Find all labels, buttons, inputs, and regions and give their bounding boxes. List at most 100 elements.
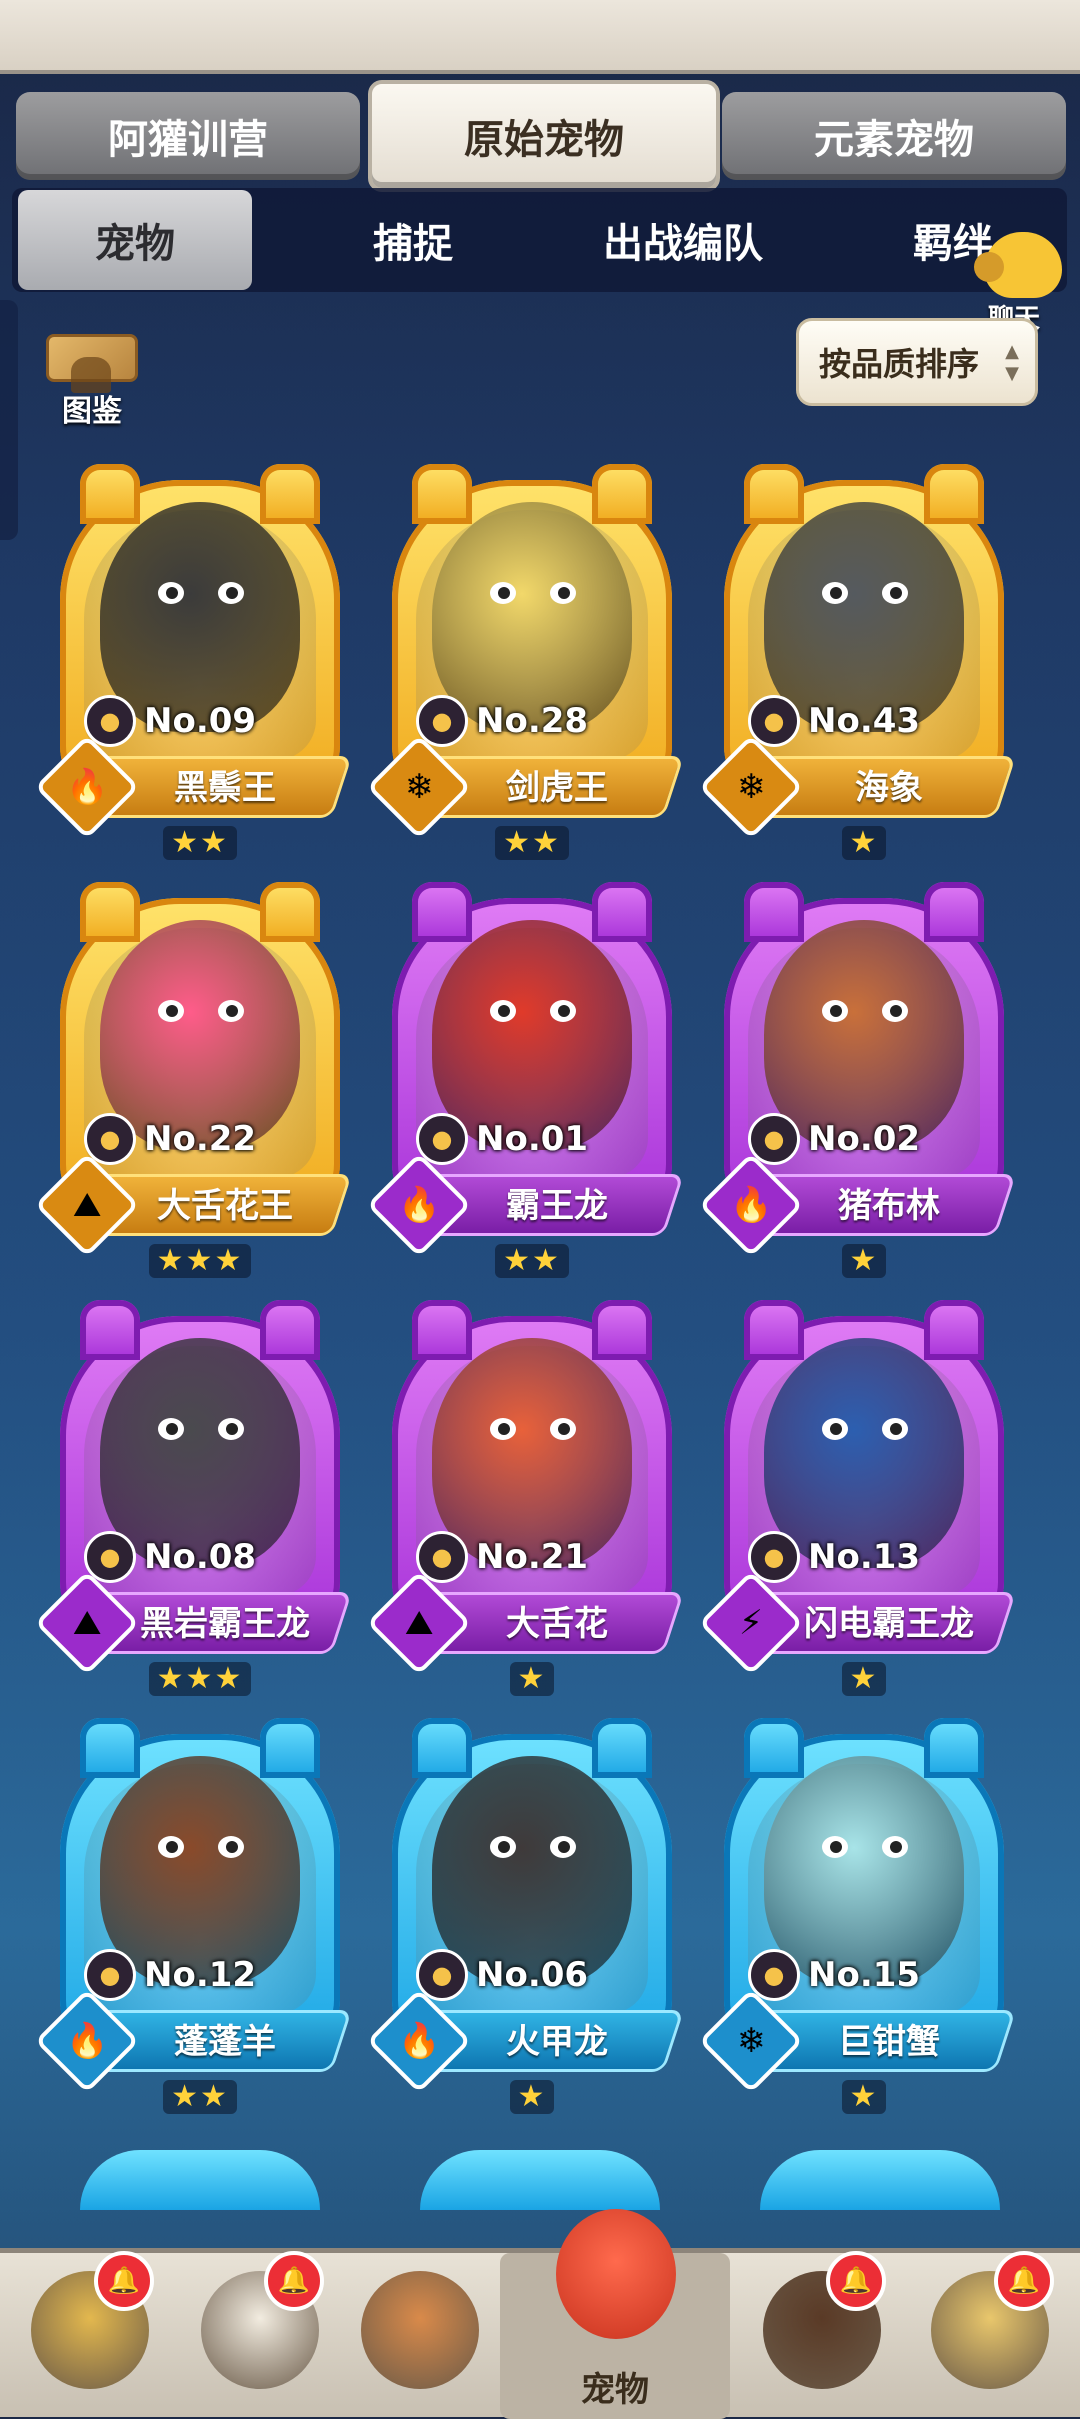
pet-name-bar: ❄ 海象 <box>698 734 1017 840</box>
pet-number-row: ● No.01 <box>416 1113 589 1165</box>
sort-by-quality-button[interactable]: 按品质排序 ▲ ▼ <box>796 318 1038 406</box>
pet-stars: ★★★ <box>50 1662 350 1698</box>
pet-number: No.28 <box>476 701 589 741</box>
star-rating: ★ <box>841 1244 887 1278</box>
pet-card[interactable]: ● No.12 🔥 蓬蓬羊 ★★ <box>34 1718 353 2124</box>
pet-card[interactable]: ● No.08 ⛰ 黑岩霸王龙 ★★★ <box>34 1300 353 1706</box>
character-avatar-icon <box>361 2271 479 2389</box>
pet-number: No.15 <box>808 1955 921 1995</box>
pet-stars: ★ <box>714 1662 1014 1698</box>
pet-number: No.08 <box>144 1537 257 1577</box>
pet-card[interactable]: ● No.02 🔥 猪布林 ★ <box>698 882 1017 1288</box>
nav-item-2[interactable] <box>350 2271 490 2411</box>
pet-card[interactable]: ● No.13 ⚡ 闪电霸王龙 ★ <box>698 1300 1017 1706</box>
pet-stars: ★ <box>714 1244 1014 1280</box>
pet-name: 剑虎王 <box>506 767 608 808</box>
pet-stars: ★★ <box>382 826 682 862</box>
pet-card[interactable]: ● No.15 ❄ 巨钳蟹 ★ <box>698 1718 1017 2124</box>
pet-number-row: ● No.12 <box>84 1949 257 2001</box>
pet-name-bar: ⛰ 黑岩霸王龙 <box>34 1570 353 1676</box>
pet-stars: ★ <box>714 826 1014 862</box>
pet-card[interactable]: ● No.43 ❄ 海象 ★ <box>698 464 1017 870</box>
pet-card-partial[interactable] <box>420 2150 660 2210</box>
nav-pets[interactable]: 宠物 <box>500 2209 730 2419</box>
star-rating: ★ <box>841 2080 887 2114</box>
pet-card[interactable]: ● No.28 ❄ 剑虎王 ★★ <box>366 464 685 870</box>
pet-name: 霸王龙 <box>506 1185 608 1226</box>
nav-item-1[interactable]: 🔔 <box>190 2251 330 2411</box>
pet-stars: ★★ <box>50 826 350 862</box>
nav-item-0[interactable]: 🔔 <box>20 2251 160 2411</box>
pet-number-row: ● No.28 <box>416 695 589 747</box>
pet-number-row: ● No.06 <box>416 1949 589 2001</box>
pet-number: No.21 <box>476 1537 589 1577</box>
pet-name: 巨钳蟹 <box>838 2021 940 2062</box>
pet-number: No.09 <box>144 701 257 741</box>
tab-capture[interactable]: 捕捉 <box>298 188 528 292</box>
pet-number-row: ● No.21 <box>416 1531 589 1583</box>
pet-card-partial[interactable] <box>80 2150 320 2210</box>
pet-card[interactable]: ● No.09 🔥 黑鬃王 ★★ <box>34 464 353 870</box>
pet-number-row: ● No.22 <box>84 1113 257 1165</box>
pet-card[interactable]: ● No.21 ⛰ 大舌花 ★ <box>366 1300 685 1706</box>
pet-name: 蓬蓬羊 <box>174 2021 276 2062</box>
pet-card[interactable]: ● No.06 🔥 火甲龙 ★ <box>366 1718 685 2124</box>
sub-tab-bar: 宠物 捕捉 出战编队 羁绊 <box>12 188 1067 292</box>
pet-name-bar: 🔥 猪布林 <box>698 1152 1017 1258</box>
side-drawer-handle[interactable] <box>0 300 18 540</box>
star-rating: ★ <box>841 826 887 860</box>
pet-stars: ★ <box>714 2080 1014 2116</box>
atlas-button[interactable]: 图鉴 <box>44 334 140 430</box>
tab-primal-pets[interactable]: 原始宠物 <box>368 80 720 192</box>
pet-number: No.22 <box>144 1119 257 1159</box>
nav-item-5[interactable]: 🔔 <box>920 2251 1060 2411</box>
pet-name-bar: 🔥 霸王龙 <box>366 1152 685 1258</box>
pet-card[interactable]: ● No.01 🔥 霸王龙 ★★ <box>366 882 685 1288</box>
notification-bell-icon: 🔔 <box>994 2251 1054 2311</box>
pet-name-bar: 🔥 蓬蓬羊 <box>34 1988 353 2094</box>
notification-bell-icon: 🔔 <box>264 2251 324 2311</box>
star-rating: ★★ <box>163 826 237 860</box>
pet-number: No.43 <box>808 701 921 741</box>
pet-card[interactable]: ● No.22 ⛰ 大舌花王 ★★★ <box>34 882 353 1288</box>
tab-element-pets[interactable]: 元素宠物 <box>722 92 1066 180</box>
pet-number: No.12 <box>144 1955 257 1995</box>
chat-button[interactable]: 聊天 <box>974 232 1074 334</box>
nav-item-4[interactable]: 🔔 <box>752 2251 892 2411</box>
star-rating: ★★ <box>495 826 569 860</box>
star-rating: ★ <box>509 1662 555 1696</box>
pet-stars: ★ <box>382 1662 682 1698</box>
bottom-nav: 🔔 🔔 宠物 🔔 🔔 <box>0 2209 1080 2419</box>
notification-bell-icon: 🔔 <box>826 2251 886 2311</box>
pet-number: No.06 <box>476 1955 589 1995</box>
pet-number-row: ● No.09 <box>84 695 257 747</box>
pet-name: 海象 <box>855 767 923 808</box>
pet-number-row: ● No.15 <box>748 1949 921 2001</box>
pet-name-bar: ⚡ 闪电霸王龙 <box>698 1570 1017 1676</box>
pet-stars: ★★ <box>382 1244 682 1280</box>
pet-name: 大舌花 <box>506 1603 608 1644</box>
pet-name-bar: ❄ 巨钳蟹 <box>698 1988 1017 2094</box>
pet-nav-icon <box>556 2209 676 2339</box>
pet-name: 黑岩霸王龙 <box>140 1603 310 1644</box>
pet-name-bar: 🔥 黑鬃王 <box>34 734 353 840</box>
star-rating: ★ <box>841 1662 887 1696</box>
atlas-book-icon <box>46 334 138 393</box>
pet-number-row: ● No.08 <box>84 1531 257 1583</box>
pet-name: 火甲龙 <box>506 2021 608 2062</box>
star-rating: ★★★ <box>148 1244 252 1278</box>
sort-arrows-icon: ▲ ▼ <box>1005 341 1019 384</box>
pet-number-row: ● No.13 <box>748 1531 920 1583</box>
sort-label: 按品质排序 <box>819 345 980 383</box>
pet-stars: ★★ <box>50 2080 350 2116</box>
tab-pets[interactable]: 宠物 <box>18 190 252 290</box>
tab-training-camp[interactable]: 阿獾训营 <box>16 92 360 180</box>
main-tab-bar: 阿獾训营 原始宠物 元素宠物 <box>0 80 1080 192</box>
pet-number: No.01 <box>476 1119 589 1159</box>
pet-card-partial[interactable] <box>760 2150 1000 2210</box>
pet-name-bar: ⛰ 大舌花王 <box>34 1152 353 1258</box>
pet-name: 猪布林 <box>838 1185 940 1226</box>
pet-name-bar: ⛰ 大舌花 <box>366 1570 685 1676</box>
tab-battle-team[interactable]: 出战编队 <box>568 188 798 292</box>
pet-name: 大舌花王 <box>157 1185 293 1226</box>
